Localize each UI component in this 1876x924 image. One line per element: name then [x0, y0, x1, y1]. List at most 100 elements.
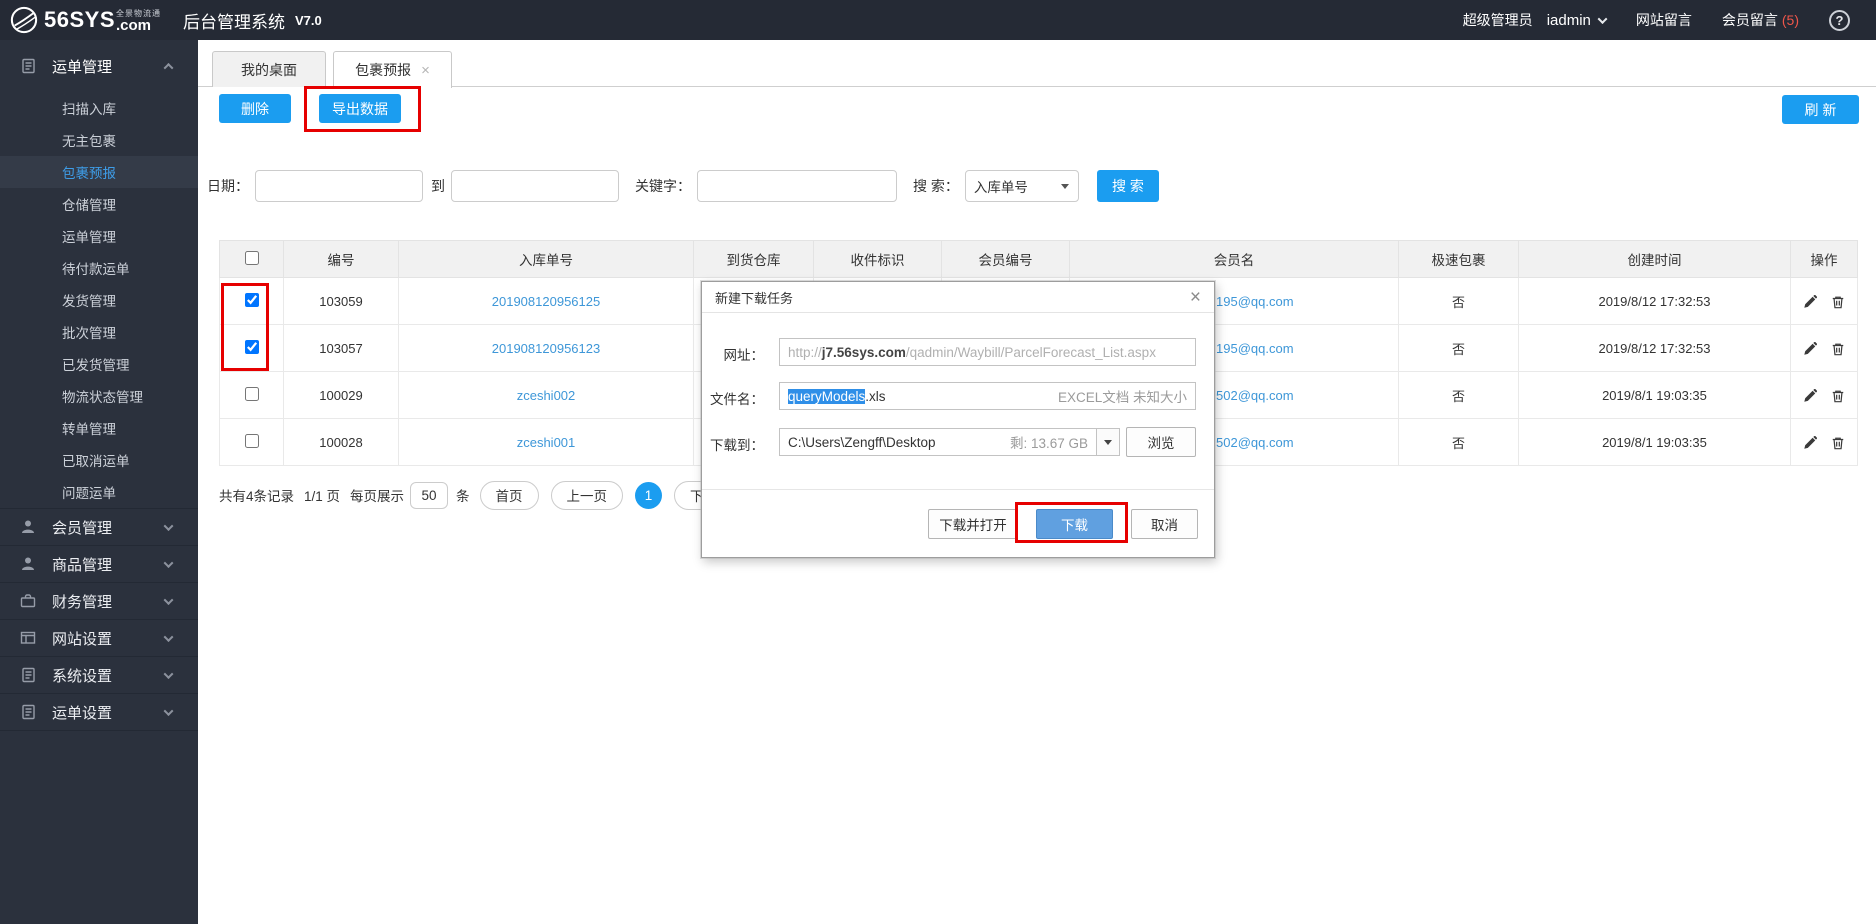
- cell-created: 2019/8/12 17:32:53: [1518, 277, 1791, 325]
- sidebar-group-label: 财务管理: [52, 593, 113, 611]
- date-to-label: 到: [431, 178, 445, 194]
- sidebar-item-shipping-management[interactable]: 发货管理: [0, 284, 198, 316]
- row-checkbox[interactable]: [244, 433, 259, 448]
- sidebar-group-label: 商品管理: [52, 556, 113, 574]
- dropdown-caret-icon: [1104, 439, 1112, 445]
- site-messages-link[interactable]: 网站留言: [1636, 10, 1692, 30]
- person-icon: [22, 520, 34, 533]
- browser-window-icon: [20, 631, 36, 644]
- delete-icon[interactable]: [1831, 342, 1845, 356]
- per-page-unit: 条: [456, 489, 470, 504]
- search-type-select[interactable]: 入库单号: [964, 170, 1079, 202]
- delete-icon[interactable]: [1831, 295, 1845, 309]
- sidebar-item-problem-waybill[interactable]: 问题运单: [0, 476, 198, 508]
- member-messages-link[interactable]: 会员留言 (5): [1722, 10, 1799, 30]
- col-header-actions: 操作: [1790, 240, 1858, 278]
- col-header-member-no: 会员编号: [941, 240, 1070, 278]
- download-path-input[interactable]: C:\Users\Zengff\Desktop 剩: 13.67 GB: [779, 428, 1097, 456]
- date-from-input[interactable]: [255, 170, 423, 202]
- search-type-value: 入库单号: [973, 180, 1028, 195]
- user-role: 超级管理员: [1462, 12, 1533, 28]
- filename-extension: .xls: [865, 388, 886, 404]
- row-checkbox[interactable]: [244, 339, 259, 354]
- cell-created: 2019/8/1 19:03:35: [1518, 418, 1791, 466]
- sidebar-item-unclaimed-parcel[interactable]: 无主包裹: [0, 124, 198, 156]
- logo-domain: .com: [116, 17, 152, 34]
- download-button[interactable]: 下载: [1036, 509, 1113, 539]
- edit-icon[interactable]: [1803, 341, 1817, 356]
- delete-button[interactable]: 删除: [219, 94, 291, 123]
- chevron-down-icon: [163, 631, 174, 642]
- col-header-id: 编号: [283, 240, 399, 278]
- search-button[interactable]: 搜 索: [1096, 170, 1159, 202]
- sidebar-item-parcel-forecast[interactable]: 包裹预报: [0, 156, 198, 188]
- sidebar-item-waybill-management[interactable]: 运单管理: [0, 220, 198, 252]
- close-icon[interactable]: ×: [421, 62, 430, 79]
- sidebar-item-warehouse-management[interactable]: 仓储管理: [0, 188, 198, 220]
- chevron-down-icon: [163, 520, 174, 531]
- path-dropdown-button[interactable]: [1096, 428, 1120, 456]
- cancel-button[interactable]: 取消: [1131, 509, 1198, 539]
- cell-inbound-no-link[interactable]: 201908120956123: [398, 324, 694, 372]
- cell-inbound-no-link[interactable]: zceshi001: [398, 418, 694, 466]
- edit-icon[interactable]: [1803, 388, 1817, 403]
- sidebar-item-batch-management[interactable]: 批次管理: [0, 316, 198, 348]
- sidebar-group-system-settings[interactable]: 系统设置: [0, 656, 198, 693]
- help-icon[interactable]: ?: [1829, 9, 1850, 31]
- cell-inbound-no-link[interactable]: 201908120956125: [398, 277, 694, 325]
- sidebar-item-logistics-status[interactable]: 物流状态管理: [0, 380, 198, 412]
- download-and-open-button[interactable]: 下载并打开: [928, 509, 1018, 539]
- tab-label: 我的桌面: [241, 61, 297, 78]
- close-icon[interactable]: ×: [1190, 288, 1201, 307]
- sidebar-group-website-settings[interactable]: 网站设置: [0, 619, 198, 656]
- sidebar-item-pending-payment[interactable]: 待付款运单: [0, 252, 198, 284]
- sidebar-submenu: 扫描入库 无主包裹 包裹预报 仓储管理 运单管理 待付款运单 发货管理 批次管理…: [0, 92, 198, 508]
- user-menu[interactable]: 超级管理员 iadmin: [1462, 10, 1608, 30]
- download-to-label: 下载到：: [710, 438, 764, 453]
- cell-id: 100028: [283, 418, 399, 466]
- record-summary: 共有4条记录: [219, 489, 295, 504]
- browse-button[interactable]: 浏览: [1126, 427, 1196, 457]
- sidebar-group-finance-management[interactable]: 财务管理: [0, 582, 198, 619]
- filename-input[interactable]: queryModels .xls EXCEL文档 未知大小: [779, 382, 1196, 410]
- cell-inbound-no-link[interactable]: zceshi002: [398, 371, 694, 419]
- refresh-button[interactable]: 刷 新: [1782, 95, 1859, 124]
- filter-bar: 日期： 到 关键字： 搜 索： 入库单号 搜 索: [207, 170, 1159, 202]
- sidebar-item-shipped-management[interactable]: 已发货管理: [0, 348, 198, 380]
- person-icon: [22, 557, 34, 570]
- logo-globe-icon: [10, 6, 38, 34]
- sidebar-item-scan-inbound[interactable]: 扫描入库: [0, 92, 198, 124]
- prev-page-button[interactable]: 上一页: [550, 480, 624, 510]
- current-page-button[interactable]: 1: [635, 481, 663, 509]
- tab-my-desktop[interactable]: 我的桌面: [212, 51, 326, 87]
- select-all-checkbox[interactable]: [244, 250, 259, 265]
- keyword-input[interactable]: [697, 170, 897, 202]
- delete-icon[interactable]: [1831, 389, 1845, 403]
- sidebar-item-transfer-management[interactable]: 转单管理: [0, 412, 198, 444]
- col-header-inbound-no: 入库单号: [398, 240, 694, 278]
- dialog-title: 新建下载任务: [715, 290, 794, 306]
- sidebar-group-member-management[interactable]: 会员管理: [0, 508, 198, 545]
- date-to-input[interactable]: [451, 170, 619, 202]
- delete-icon[interactable]: [1831, 436, 1845, 450]
- sidebar-group-label: 网站设置: [52, 630, 113, 648]
- cell-express: 否: [1398, 418, 1519, 466]
- chevron-down-icon: [1597, 13, 1608, 24]
- sidebar-group-waybill-settings[interactable]: 运单设置: [0, 693, 198, 730]
- chevron-down-icon: [163, 668, 174, 679]
- sidebar-group-waybill-management[interactable]: 运单管理: [0, 40, 198, 92]
- first-page-button[interactable]: 首页: [479, 480, 539, 510]
- sidebar-item-cancelled-waybill[interactable]: 已取消运单: [0, 444, 198, 476]
- sidebar-group-product-management[interactable]: 商品管理: [0, 545, 198, 582]
- cell-created: 2019/8/1 19:03:35: [1518, 371, 1791, 419]
- row-checkbox[interactable]: [244, 292, 259, 307]
- row-checkbox[interactable]: [244, 386, 259, 401]
- new-download-task-dialog: 新建下载任务 × 网址： http://j7.56sys.com/qadmin/…: [701, 281, 1215, 558]
- edit-icon[interactable]: [1803, 435, 1817, 450]
- export-data-button[interactable]: 导出数据: [319, 94, 401, 123]
- edit-icon[interactable]: [1803, 294, 1817, 309]
- dropdown-caret-icon: [1060, 184, 1069, 189]
- tab-parcel-forecast[interactable]: 包裹预报 ×: [333, 51, 452, 88]
- per-page-input[interactable]: 50: [410, 481, 449, 509]
- topbar: 56SYS 全景物流通 .com 后台管理系统 V7.0 超级管理员 iadmi…: [0, 0, 1876, 40]
